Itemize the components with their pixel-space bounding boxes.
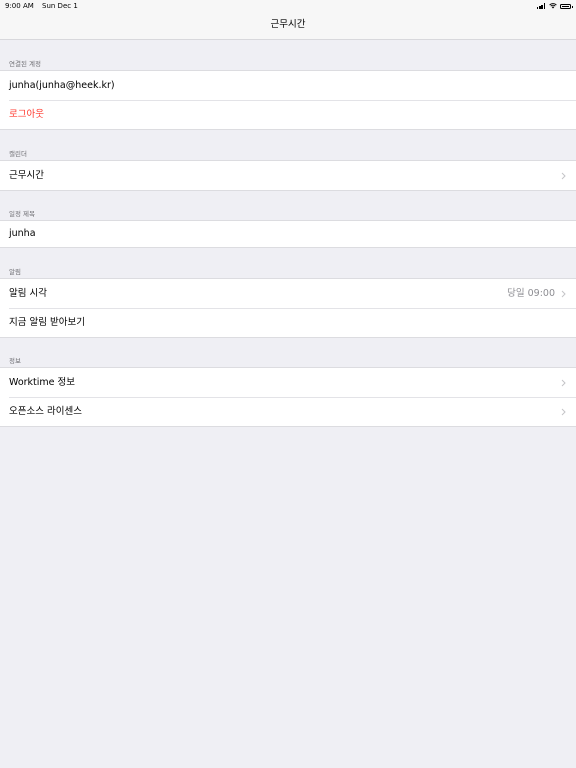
chevron-right-icon (561, 408, 566, 415)
wifi-icon (549, 3, 557, 9)
section-header-info: 정보 (9, 357, 21, 365)
logout-label: 로그아웃 (9, 109, 44, 120)
status-bar: 9:00 AM Sun Dec 1 (0, 0, 576, 12)
logout-button[interactable]: 로그아웃 (0, 100, 576, 129)
calendar-label: 근무시간 (9, 170, 44, 181)
navigation-bar: 근무시간 (0, 12, 576, 40)
about-worktime-label: Worktime 정보 (9, 377, 76, 388)
receive-alarm-now-button[interactable]: 지금 알림 받아보기 (0, 308, 576, 337)
calendar-select-row[interactable]: 근무시간 (0, 161, 576, 190)
event-title-input[interactable]: junha (0, 221, 576, 247)
section-header-alarm: 알림 (9, 268, 21, 276)
group-alarm: 알림 시각 당일 09:00 지금 알림 받아보기 (0, 278, 576, 338)
section-header-event-title: 일정 제목 (9, 210, 35, 218)
row-accessory (561, 161, 566, 190)
section-header-calendar: 캘린더 (9, 150, 27, 158)
chevron-right-icon (561, 379, 566, 386)
alarm-time-label: 알림 시각 (9, 288, 47, 299)
group-info: Worktime 정보 오픈소스 라이센스 (0, 367, 576, 427)
account-row: junha(junha@heek.kr) (0, 71, 576, 100)
row-accessory: 당일 09:00 (507, 279, 566, 308)
group-event-title: junha (0, 220, 576, 248)
section-header-account: 연결된 계정 (9, 60, 41, 68)
page-title: 근무시간 (270, 19, 306, 30)
status-date: Sun Dec 1 (42, 2, 78, 10)
status-time: 9:00 AM (5, 2, 34, 10)
status-left: 9:00 AM Sun Dec 1 (5, 0, 84, 12)
receive-alarm-now-label: 지금 알림 받아보기 (9, 317, 85, 328)
alarm-time-value: 당일 09:00 (507, 288, 555, 299)
open-source-license-label: 오픈소스 라이센스 (9, 406, 82, 417)
status-right (536, 0, 573, 12)
about-worktime-row[interactable]: Worktime 정보 (0, 368, 576, 397)
battery-icon (560, 3, 573, 9)
row-accessory (561, 397, 566, 426)
chevron-right-icon (561, 172, 566, 179)
event-title-value: junha (9, 228, 36, 239)
cellular-signal-icon (536, 3, 546, 9)
alarm-time-row[interactable]: 알림 시각 당일 09:00 (0, 279, 576, 308)
group-calendar: 근무시간 (0, 160, 576, 191)
row-accessory (561, 368, 566, 397)
open-source-license-row[interactable]: 오픈소스 라이센스 (0, 397, 576, 426)
chevron-right-icon (561, 290, 566, 297)
group-account: junha(junha@heek.kr) 로그아웃 (0, 70, 576, 130)
account-label: junha(junha@heek.kr) (9, 80, 115, 91)
